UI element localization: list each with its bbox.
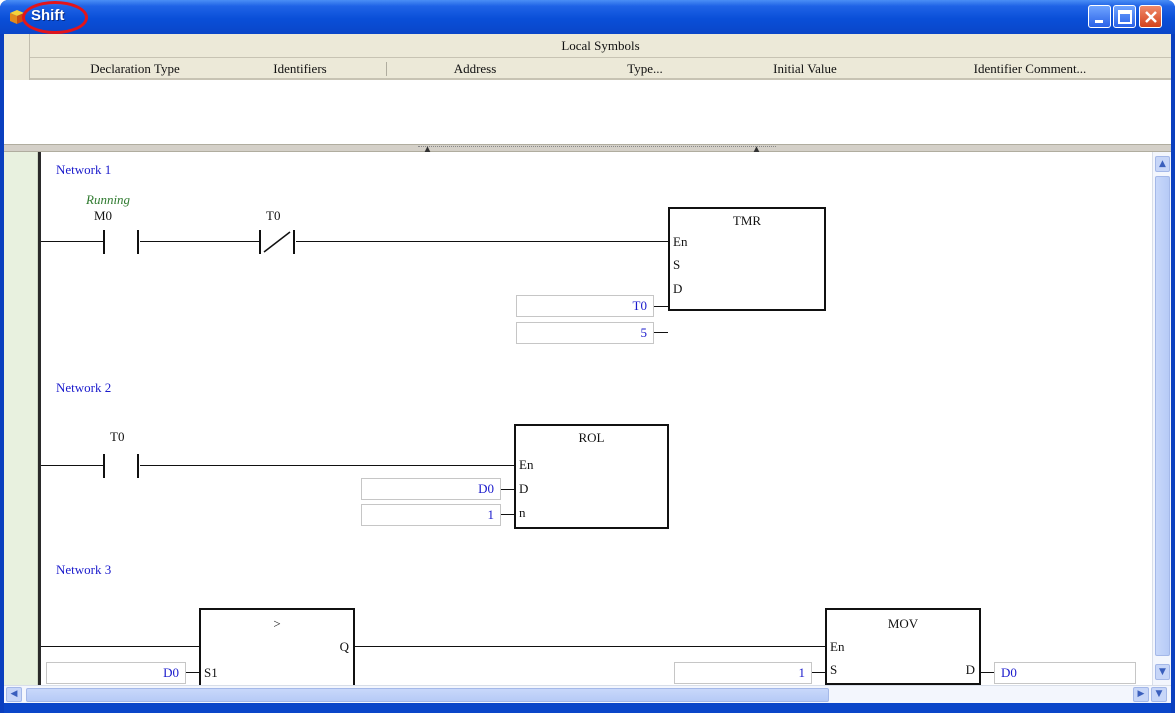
pin-label: D xyxy=(519,481,529,496)
symbols-column-header: Declaration Type Identifiers Address Typ… xyxy=(30,58,1171,80)
local-symbols-panel: Local Symbols Declaration Type Identifie… xyxy=(4,34,1171,144)
function-block-rol[interactable]: ROL En D n xyxy=(514,424,669,529)
contact-label: T0 xyxy=(266,208,281,223)
power-rail xyxy=(38,152,41,685)
window: Shift Local Symbols Declaration Type Ide… xyxy=(0,0,1175,713)
title-bar[interactable]: Shift xyxy=(0,0,1175,34)
block-name: MOV xyxy=(887,616,919,631)
local-symbols-title: Local Symbols xyxy=(30,34,1171,58)
scroll-down-icon[interactable]: ▼ xyxy=(1155,664,1170,680)
function-block-mov[interactable]: MOV En S D xyxy=(825,608,981,685)
operand-field[interactable]: 1 xyxy=(361,504,501,526)
network-label: Network 1 xyxy=(56,162,112,177)
operand-field[interactable]: 5 xyxy=(516,322,654,344)
highlight-annotation xyxy=(22,1,88,34)
column-declaration-type[interactable]: Declaration Type xyxy=(50,58,220,80)
close-button[interactable] xyxy=(1139,5,1162,28)
contact-comment: Running xyxy=(86,192,131,207)
wire xyxy=(812,672,825,673)
pin-label: S xyxy=(830,662,838,677)
block-name: > xyxy=(273,616,281,631)
maximize-icon xyxy=(1118,10,1132,24)
column-identifier-comment[interactable]: Identifier Comment... xyxy=(930,58,1130,80)
pin-label: En xyxy=(830,639,845,654)
window-frame-bottom xyxy=(4,703,1171,713)
compare-block[interactable]: > Q S1 S2 xyxy=(199,608,355,685)
client-area: Local Symbols Declaration Type Identifie… xyxy=(4,34,1171,713)
function-block-tmr[interactable]: TMR En S D xyxy=(668,207,826,311)
pin-label: Q xyxy=(339,639,349,654)
symbols-corner xyxy=(4,34,30,80)
wire xyxy=(654,332,668,333)
network-label: Network 2 xyxy=(56,380,112,395)
wire xyxy=(186,672,199,673)
minimize-button[interactable] xyxy=(1088,5,1111,28)
wire xyxy=(41,241,104,242)
pin-label: En xyxy=(519,457,534,472)
scroll-down-icon[interactable]: ▼ xyxy=(1151,687,1167,702)
operand-field[interactable]: D0 xyxy=(994,662,1136,684)
close-icon xyxy=(1145,11,1157,23)
wire xyxy=(296,241,668,242)
column-type[interactable]: Type... xyxy=(590,58,700,80)
network-margin xyxy=(4,152,38,685)
wire xyxy=(41,465,104,466)
operand-field[interactable]: T0 xyxy=(516,295,654,317)
column-address[interactable]: Address xyxy=(420,58,530,80)
pin-label: n xyxy=(519,505,526,520)
network-label: Network 3 xyxy=(56,562,112,577)
maximize-button[interactable] xyxy=(1113,5,1136,28)
block-name: TMR xyxy=(732,213,762,228)
scroll-right-icon[interactable]: ▶ xyxy=(1133,687,1149,702)
wire xyxy=(140,465,514,466)
wire xyxy=(981,672,994,673)
pin-label: S1 xyxy=(204,665,218,680)
wire xyxy=(654,306,668,307)
no-contact-icon[interactable] xyxy=(100,452,144,480)
pin-label: D xyxy=(965,662,975,677)
operand-field[interactable]: D0 xyxy=(46,662,186,684)
ladder-editor[interactable]: Network 1 Running M0 T0 TMR En S D T0 5 … xyxy=(4,152,1152,685)
minimize-icon xyxy=(1095,20,1103,23)
scroll-left-icon[interactable]: ◀ xyxy=(6,687,22,702)
block-name: ROL xyxy=(578,430,605,445)
contact-label: T0 xyxy=(110,429,125,444)
scroll-up-icon[interactable]: ▲ xyxy=(1155,156,1170,172)
wire xyxy=(501,514,514,515)
wire xyxy=(501,489,514,490)
column-separator[interactable] xyxy=(386,62,387,76)
contact-label: M0 xyxy=(94,208,113,223)
splitter-grip[interactable]: ▲ ▲ xyxy=(418,145,776,155)
no-contact-icon[interactable] xyxy=(100,228,144,256)
vertical-scroll-thumb[interactable] xyxy=(1155,176,1170,656)
operand-field[interactable]: D0 xyxy=(361,478,501,500)
wire xyxy=(140,241,260,242)
column-identifiers[interactable]: Identifiers xyxy=(235,58,365,80)
horizontal-scrollbar[interactable]: ◀ ▶ ▼ xyxy=(4,685,1171,703)
horizontal-scroll-thumb[interactable] xyxy=(26,688,829,702)
pin-label: D xyxy=(673,281,683,296)
nc-contact-icon[interactable] xyxy=(256,228,300,256)
operand-field[interactable]: 1 xyxy=(674,662,812,684)
wire xyxy=(41,646,199,647)
panel-splitter[interactable]: ▲ ▲ xyxy=(4,144,1171,155)
pin-label: En xyxy=(673,234,688,249)
pin-label: S xyxy=(673,257,681,272)
vertical-scrollbar[interactable]: ▲ ▼ xyxy=(1152,152,1171,685)
column-initial-value[interactable]: Initial Value xyxy=(730,58,880,80)
wire xyxy=(355,646,825,647)
